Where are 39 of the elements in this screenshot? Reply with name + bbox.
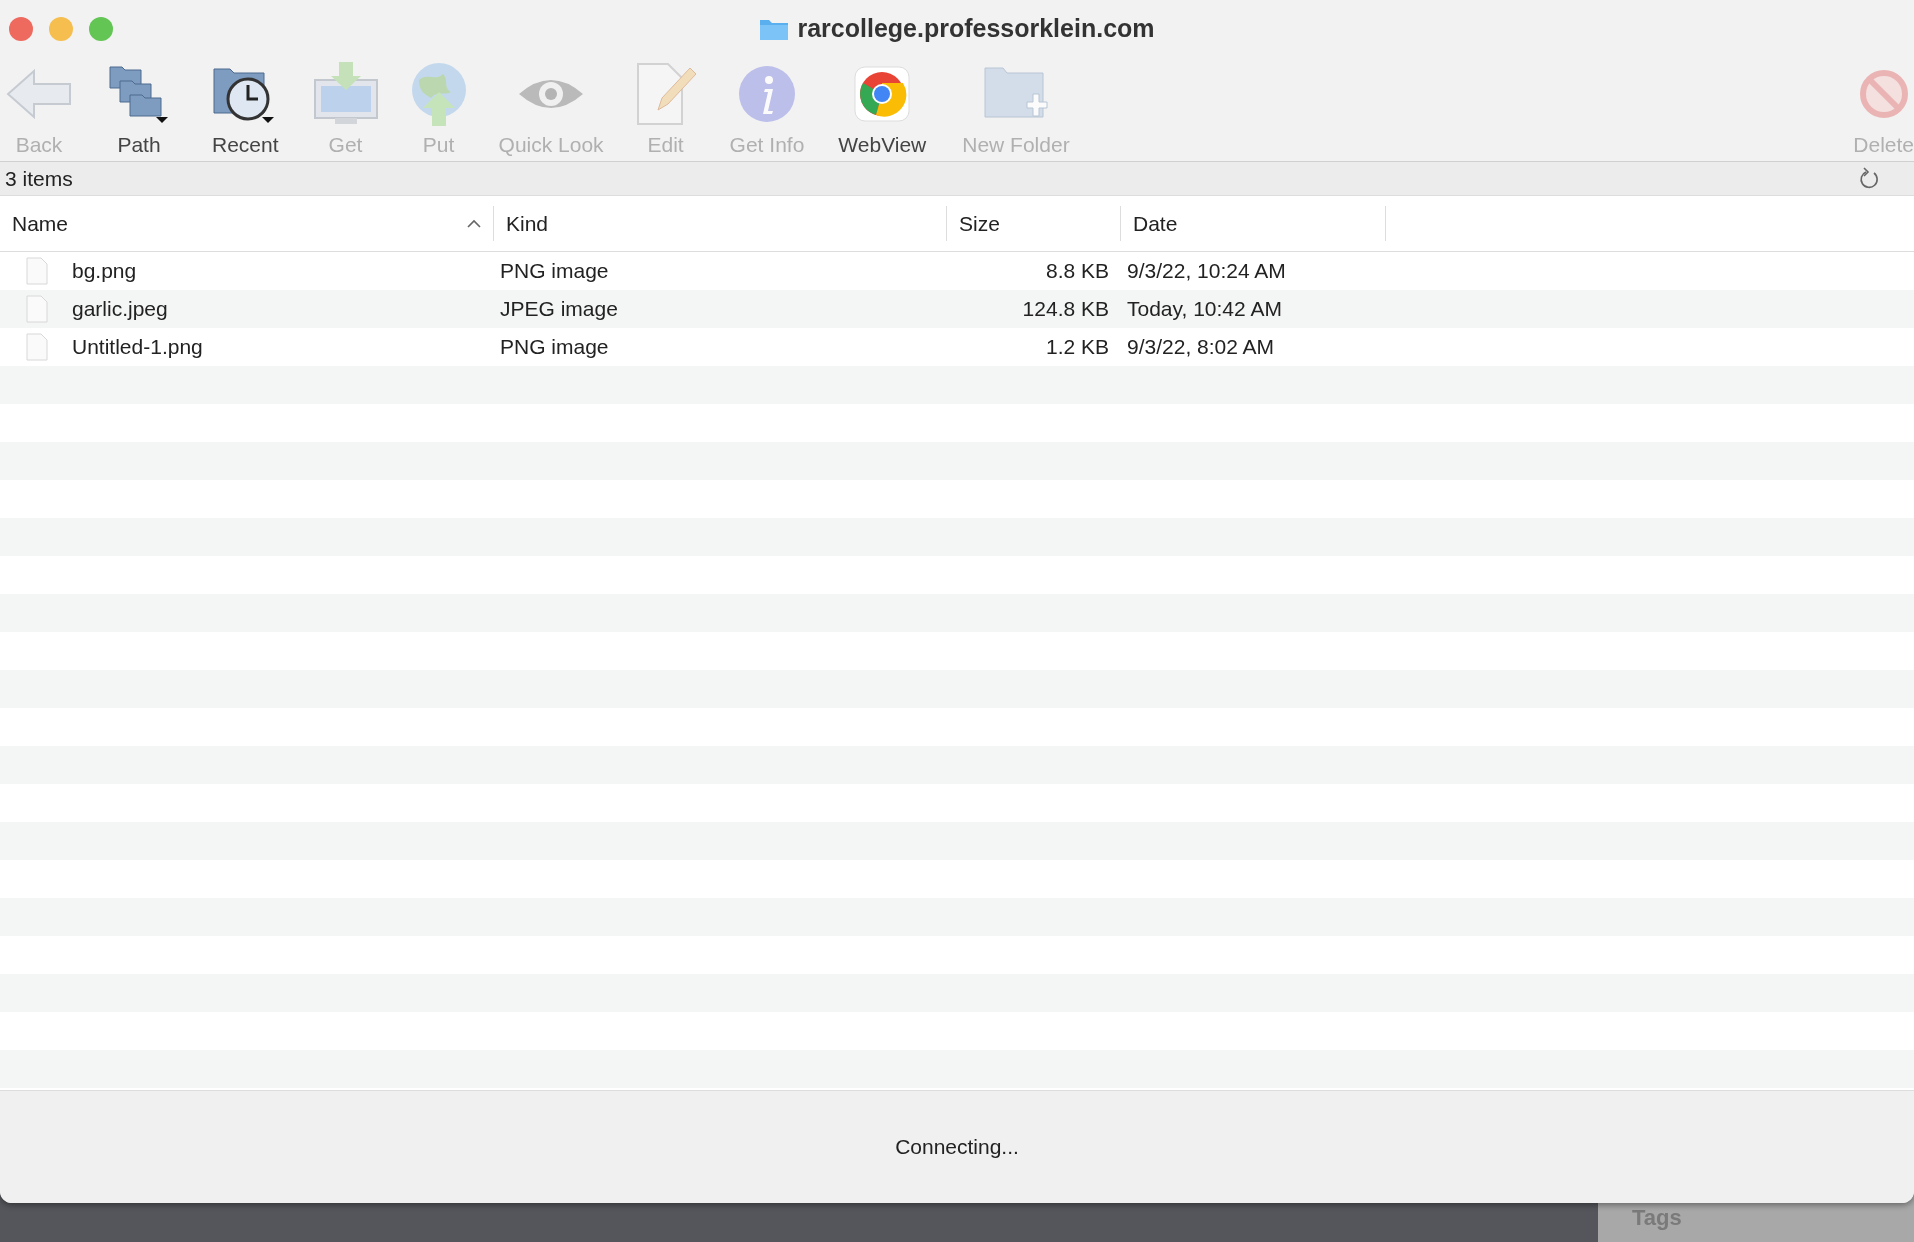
connection-status: Connecting...: [895, 1135, 1019, 1159]
table-cell: PNG image: [500, 335, 609, 359]
file-icon: [26, 295, 48, 323]
table-row[interactable]: garlic.jpeg JPEG image 124.8 KB Today, 10:42 AM: [0, 290, 1914, 328]
left-arrow-icon: [6, 69, 72, 119]
file-icon: [26, 257, 48, 285]
file-name[interactable]: garlic.jpeg: [72, 297, 168, 321]
column-header[interactable]: Kind: [494, 206, 947, 241]
folders-icon: [108, 63, 170, 125]
table-row[interactable]: Untitled-1.png PNG image 1.2 KB 9/3/22, 8:02 AM: [0, 328, 1914, 366]
table-row[interactable]: bg.png PNG image 8.8 KB 9/3/22, 10:24 AM: [0, 252, 1914, 290]
zoom-button[interactable]: [89, 17, 113, 41]
download-icon: [312, 62, 379, 126]
item-count: 3 items: [5, 166, 73, 191]
table-cell: 9/3/22, 10:24 AM: [1127, 259, 1286, 283]
browser-icon: [854, 66, 911, 122]
minimize-button[interactable]: [49, 17, 73, 41]
table-cell: Today, 10:42 AM: [1127, 297, 1282, 321]
info-icon: [737, 65, 796, 123]
toolbar-button[interactable]: WebView: [830, 61, 935, 157]
table-cell: PNG image: [500, 259, 609, 283]
table-cell: JPEG image: [500, 297, 618, 321]
column-header[interactable]: Name: [0, 206, 494, 241]
file-icon: [26, 333, 48, 361]
column-header[interactable]: Size: [947, 206, 1121, 241]
table-cell: 1.2 KB: [1045, 335, 1109, 359]
refresh-icon[interactable]: [1858, 166, 1880, 191]
table-cell: 124.8 KB: [1022, 297, 1109, 321]
toolbar-button[interactable]: Recent: [204, 61, 287, 157]
table-cell: 9/3/22, 8:02 AM: [1127, 335, 1275, 359]
prohibited-icon: [1858, 69, 1909, 119]
close-button[interactable]: [9, 17, 33, 41]
sort-caret-icon: [467, 219, 481, 228]
toolbar-button[interactable]: Path: [100, 61, 178, 157]
file-name[interactable]: bg.png: [72, 259, 137, 283]
column-header[interactable]: Date: [1121, 206, 1386, 241]
file-name[interactable]: Untitled-1.png: [72, 335, 203, 359]
window-title: rarcollege.professorklein.com: [797, 14, 1155, 43]
table-cell: 8.8 KB: [1045, 259, 1109, 283]
